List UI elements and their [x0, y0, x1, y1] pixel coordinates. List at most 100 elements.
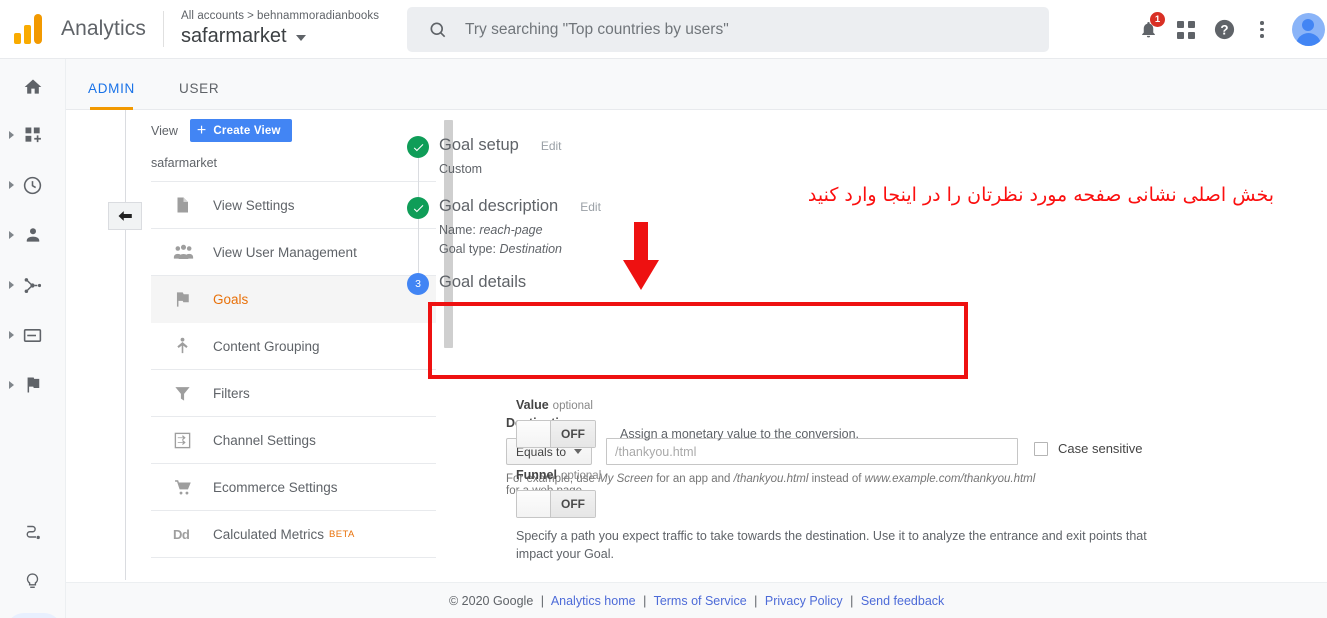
content-grouping-icon [173, 336, 213, 356]
breadcrumb-account[interactable]: behnammoradianbooks [257, 10, 379, 22]
property-selector[interactable]: safarmarket [181, 24, 379, 49]
value-optional-tag: optional [552, 400, 593, 412]
view-section-label: View [151, 123, 178, 138]
sidebar-item-admin[interactable] [0, 609, 65, 618]
view-menu-item-view-user-management[interactable]: View User Management [151, 229, 436, 276]
footer-link-terms[interactable]: Terms of Service [654, 594, 747, 608]
person-icon [26, 228, 39, 242]
footer-separator: | [850, 593, 854, 608]
sidebar-item-customization[interactable] [0, 115, 65, 155]
value-toggle[interactable]: OFF [516, 420, 596, 448]
toggle-knob [517, 491, 551, 517]
goal-type-label: Goal type: [439, 242, 496, 256]
sidebar-item-acquisition[interactable] [0, 265, 65, 305]
create-view-button[interactable]: + Create View [189, 119, 292, 142]
help-icon: ? [1214, 19, 1234, 40]
goal-type-value: Destination [499, 242, 563, 256]
goal-step-setup: Goal setup Edit Custom [407, 136, 1307, 200]
sidebar-item-conversions[interactable] [0, 365, 65, 405]
goal-form: Goal setup Edit Custom Goal description … [407, 136, 1307, 295]
funnel-label-row: Funnel optional [516, 468, 1156, 482]
people-icon [173, 243, 213, 261]
value-section: Value optional OFF Assign a monetary valu… [516, 398, 859, 448]
breadcrumb[interactable]: All accounts > behnammoradianbooks safarma… [181, 9, 379, 49]
step-complete-icon [407, 136, 429, 158]
sidebar-item-attribution[interactable] [0, 513, 65, 553]
view-menu-item-ecommerce-settings[interactable]: Ecommerce Settings [151, 464, 436, 511]
tab-admin[interactable]: ADMIN [66, 81, 157, 110]
goal-name-value: reach-page [479, 223, 543, 237]
notifications-button[interactable]: 1 [1129, 11, 1167, 49]
value-description: Assign a monetary value to the conversio… [620, 427, 860, 441]
view-menu-item-channel-settings[interactable]: Channel Settings [151, 417, 436, 464]
goal-setup-value: Custom [439, 162, 483, 176]
footer-link-send-feedback[interactable]: Send feedback [861, 594, 944, 608]
tab-user[interactable]: USER [157, 81, 241, 109]
svg-text:?: ? [1220, 22, 1228, 37]
toggle-knob [517, 421, 551, 447]
funnel-toggle-state: OFF [551, 491, 595, 517]
edit-goal-description-link[interactable]: Edit [580, 200, 601, 214]
view-menu-item-filters[interactable]: Filters [151, 370, 436, 417]
search-bar[interactable] [407, 7, 1049, 52]
sidebar-item-realtime[interactable] [0, 165, 65, 205]
more-options-button[interactable] [1243, 11, 1281, 49]
clock-icon [23, 176, 42, 194]
view-menu-item-content-grouping[interactable]: Content Grouping [151, 323, 436, 370]
view-menu-label: Goals [213, 291, 249, 307]
funnel-toggle[interactable]: OFF [516, 490, 596, 518]
annotation-arrow-icon [623, 222, 659, 290]
apps-button[interactable] [1167, 11, 1205, 49]
footer-copyright: © 2020 Google [449, 593, 534, 608]
step-number-badge: 3 [407, 273, 429, 295]
breadcrumb-all-accounts[interactable]: All accounts [181, 10, 244, 22]
expand-triangle-icon [9, 331, 14, 339]
funnel-description: Specify a path you expect traffic to tak… [516, 529, 1147, 561]
goal-type-line: Goal type: Destination [439, 240, 1307, 259]
more-vertical-icon [1260, 21, 1264, 38]
view-menu-label: Content Grouping [213, 338, 320, 354]
help-button[interactable]: ? [1205, 11, 1243, 49]
view-menu-label: Ecommerce Settings [213, 479, 338, 495]
document-icon [173, 195, 213, 215]
step-title: Goal description [439, 197, 559, 215]
view-menu-item-goals[interactable]: Goals [151, 276, 436, 323]
sidebar-item-home[interactable] [0, 67, 65, 107]
page-footer: © 2020 Google | Analytics home | Terms o… [66, 582, 1327, 618]
admin-tabs: ADMIN USER [66, 59, 1327, 110]
search-input[interactable] [465, 20, 1049, 39]
step-title: Goal details [439, 273, 527, 291]
step-title: Goal setup [439, 136, 519, 154]
search-icon [430, 21, 446, 37]
goal-step-details: 3 Goal details [407, 273, 1307, 295]
active-indicator [6, 613, 62, 618]
footer-link-analytics-home[interactable]: Analytics home [551, 594, 636, 608]
sidebar-item-discover[interactable] [0, 561, 65, 601]
footer-separator: | [643, 593, 647, 608]
panel-divider [125, 110, 126, 580]
window-icon [23, 328, 42, 342]
edit-goal-setup-link[interactable]: Edit [541, 139, 562, 153]
create-view-label: Create View [213, 124, 281, 137]
view-menu-item-view-settings[interactable]: View Settings [151, 182, 436, 229]
sidebar-item-audience[interactable] [0, 215, 65, 255]
footer-content: © 2020 Google | Analytics home | Terms o… [449, 594, 944, 608]
expand-triangle-icon [9, 181, 14, 189]
lightbulb-icon [26, 572, 39, 588]
view-menu-item-calculated-metrics[interactable]: Dd Calculated Metrics BETA [151, 511, 436, 558]
view-menu-label: View User Management [213, 244, 357, 260]
footer-link-privacy[interactable]: Privacy Policy [765, 594, 843, 608]
dd-icon: Dd [173, 526, 190, 542]
channel-settings-icon [173, 431, 213, 450]
analytics-logo-icon [14, 14, 48, 44]
property-name: safarmarket [180, 25, 287, 47]
view-menu-label: Calculated Metrics [213, 526, 325, 542]
case-sensitive-checkbox[interactable] [1034, 441, 1048, 456]
goal-name-line: Name: reach-page [439, 221, 1307, 240]
sidebar-item-behavior[interactable] [0, 315, 65, 355]
collapse-panel-button[interactable] [108, 202, 142, 230]
expand-triangle-icon [9, 281, 14, 289]
account-button[interactable] [1281, 11, 1327, 49]
left-navigation-rail [0, 59, 66, 618]
header-divider [162, 11, 164, 47]
